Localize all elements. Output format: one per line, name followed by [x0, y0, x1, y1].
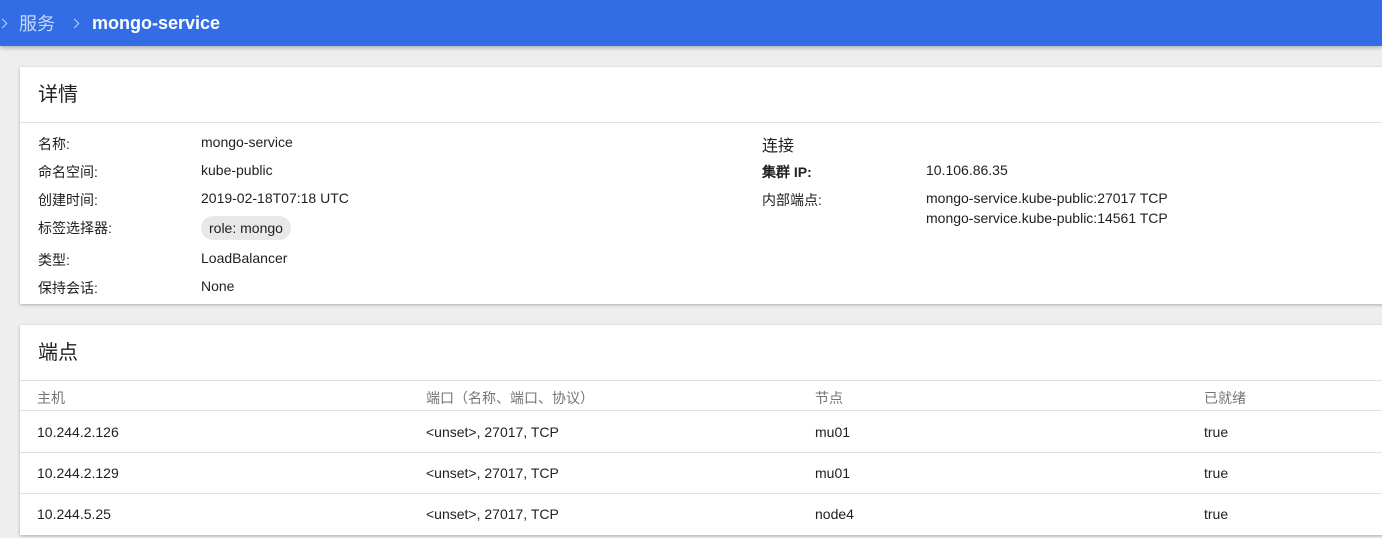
- field-label-name: 名称:: [38, 136, 70, 152]
- breadcrumb-current: mongo-service: [92, 12, 221, 33]
- cell-ports: <unset>, 27017, TCP: [426, 465, 559, 481]
- endpoints-table-header: 主机 端口（名称、端口、协议） 节点 已就绪: [20, 382, 1382, 411]
- field-value-namespace: kube-public: [201, 162, 273, 178]
- column-header-host: 主机: [37, 390, 65, 406]
- column-header-ports: 端口（名称、端口、协议）: [426, 390, 594, 406]
- field-value-name: mongo-service: [201, 134, 293, 150]
- cell-node: mu01: [815, 465, 851, 481]
- cell-ports: <unset>, 27017, TCP: [426, 506, 559, 522]
- endpoints-card-title: 端点: [20, 325, 1382, 381]
- field-label-selector: 标签选择器:: [38, 220, 112, 236]
- column-header-ready: 已就绪: [1204, 390, 1246, 406]
- internal-endpoint-item: mongo-service.kube-public:14561 TCP: [926, 210, 1168, 226]
- breadcrumb-services-link[interactable]: 服务: [19, 10, 55, 36]
- field-value-created: 2019-02-18T07:18 UTC: [201, 190, 349, 206]
- table-row: 10.244.5.25 <unset>, 27017, TCP node4 tr…: [20, 494, 1382, 535]
- chevron-right-icon: [0, 18, 8, 28]
- internal-endpoint-item: mongo-service.kube-public:27017 TCP: [926, 190, 1168, 206]
- cell-ports: <unset>, 27017, TCP: [426, 424, 559, 440]
- top-app-bar: 服务 mongo-service: [0, 0, 1382, 46]
- cell-node: mu01: [815, 424, 851, 440]
- cell-ready: true: [1204, 506, 1229, 522]
- field-label-created: 创建时间:: [38, 192, 98, 208]
- label-selector-chip: role: mongo: [201, 216, 291, 240]
- column-header-node: 节点: [815, 390, 843, 406]
- field-value-type: LoadBalancer: [201, 250, 288, 266]
- cell-host: 10.244.5.25: [37, 506, 111, 522]
- cell-node: node4: [815, 506, 854, 522]
- cluster-ip-label: 集群 IP:: [762, 164, 812, 180]
- table-row: 10.244.2.129 <unset>, 27017, TCP mu01 tr…: [20, 453, 1382, 494]
- field-value-session-affinity: None: [201, 278, 235, 294]
- table-row: 10.244.2.126 <unset>, 27017, TCP mu01 tr…: [20, 412, 1382, 453]
- field-label-session-affinity: 保持会话:: [38, 280, 98, 296]
- endpoints-card: 端点 主机 端口（名称、端口、协议） 节点 已就绪 10.244.2.126 <…: [20, 325, 1382, 535]
- internal-endpoints-label: 内部端点:: [762, 192, 822, 208]
- cell-host: 10.244.2.126: [37, 424, 119, 440]
- cell-host: 10.244.2.129: [37, 465, 119, 481]
- details-card: 详情 名称: mongo-service 命名空间: kube-public 创…: [20, 67, 1382, 304]
- cell-ready: true: [1204, 424, 1229, 440]
- cell-ready: true: [1204, 465, 1229, 481]
- details-card-title: 详情: [20, 67, 1382, 123]
- connection-section-title: 连接: [762, 138, 795, 155]
- field-label-namespace: 命名空间:: [38, 164, 98, 180]
- cluster-ip-value: 10.106.86.35: [926, 162, 1008, 178]
- field-label-type: 类型:: [38, 252, 70, 268]
- chevron-right-icon: [69, 18, 80, 28]
